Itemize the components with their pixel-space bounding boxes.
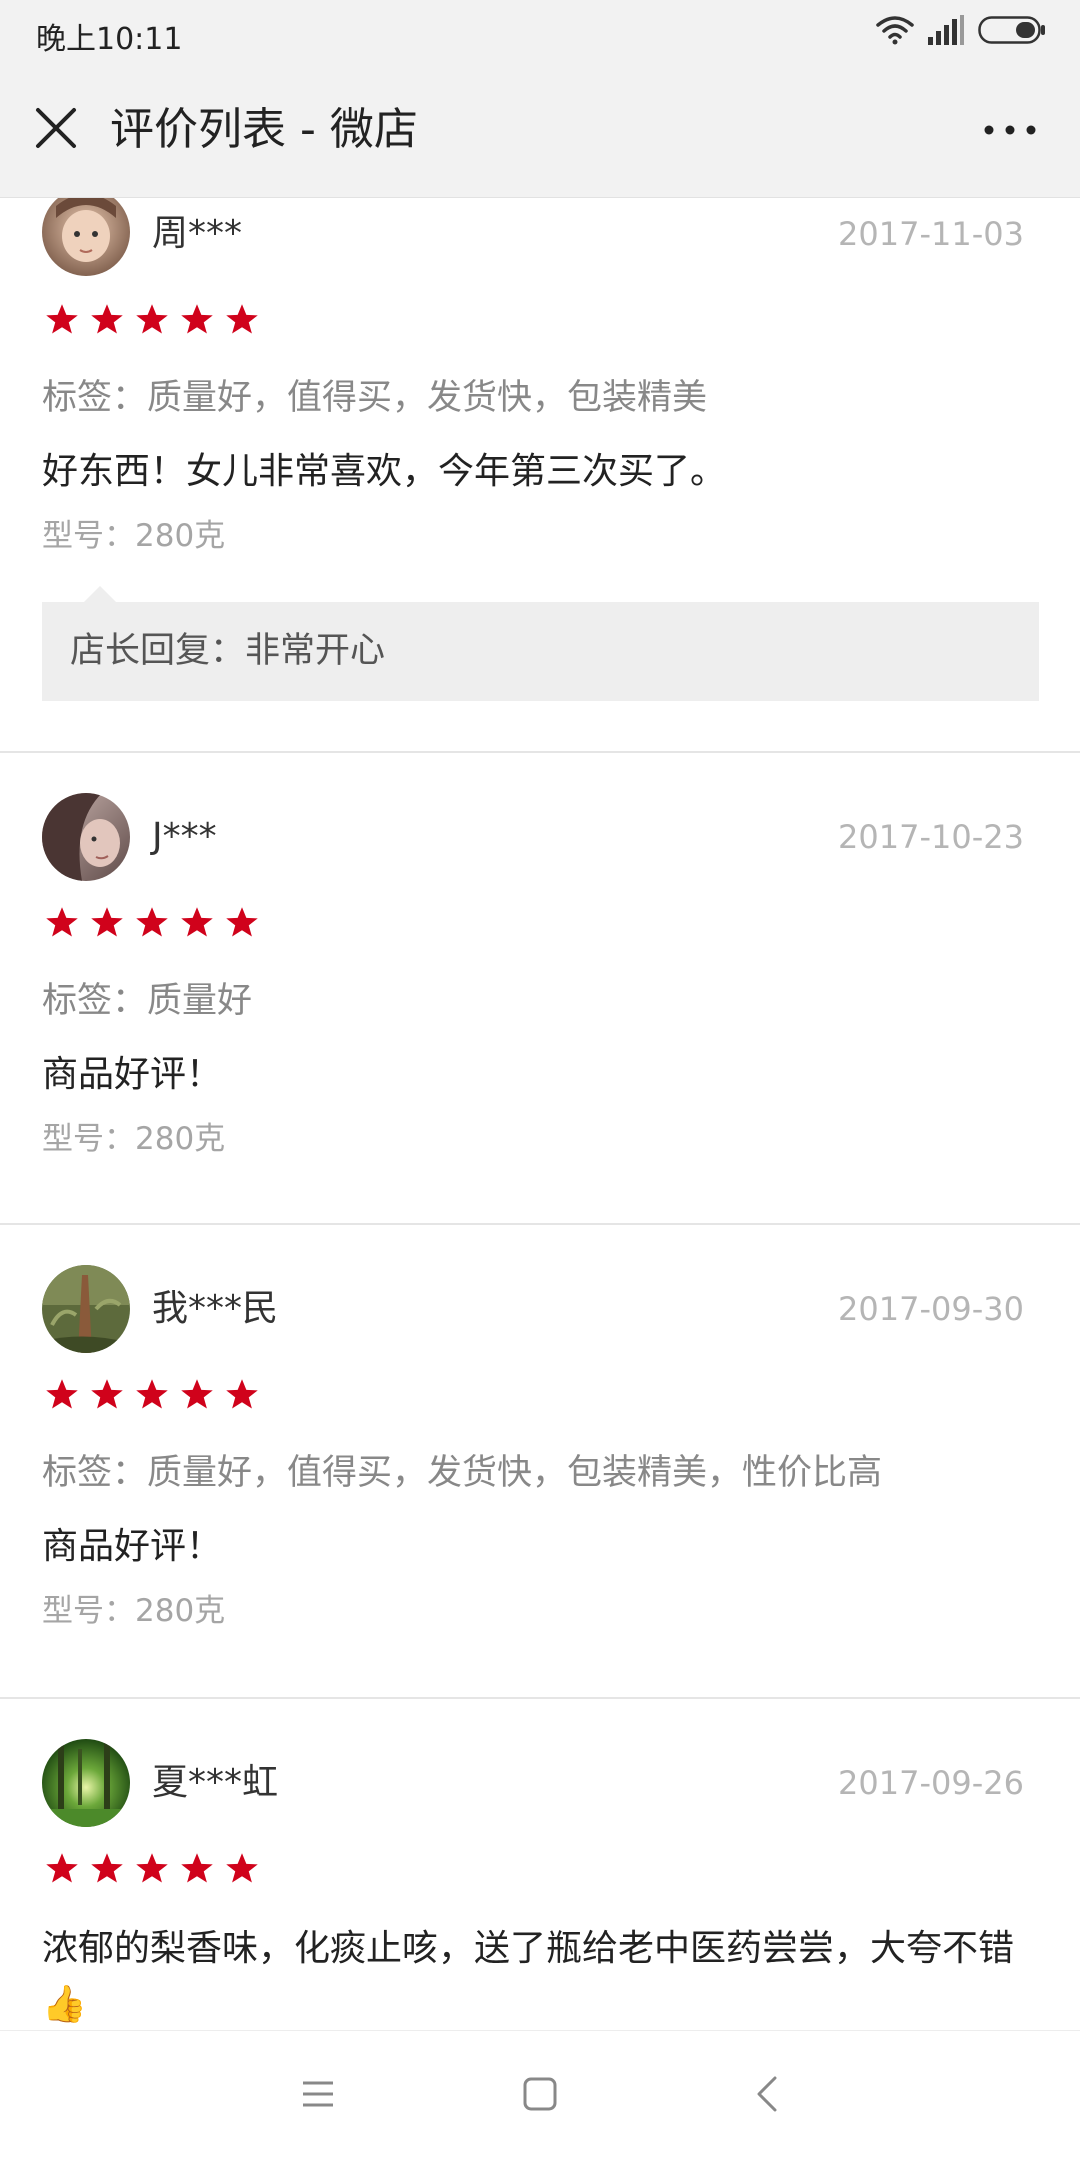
review-tags: 标签：质量好，值得买，发货快，包装精美，性价比高 xyxy=(42,1453,883,1493)
star-icon xyxy=(181,1379,213,1409)
review-model: 型号：280克 xyxy=(42,518,226,554)
star-icon xyxy=(46,1379,78,1409)
avatar[interactable] xyxy=(42,198,130,276)
close-button[interactable] xyxy=(30,104,82,156)
star-icon xyxy=(226,304,258,334)
review-item: 我***民 2017-09-30 标签：质量好，值得买，发货快，包装精美，性价比… xyxy=(0,1225,1080,1699)
star-icon xyxy=(226,907,258,937)
status-icons xyxy=(876,14,1046,50)
review-item: J*** 2017-10-23 标签：质量好 商品好评！ 型号：280克 xyxy=(0,753,1080,1225)
more-button[interactable] xyxy=(980,108,1040,152)
shop-reply: 店长回复：非常开心 xyxy=(42,586,1039,701)
back-icon xyxy=(755,2076,779,2116)
review-item: 夏***虹 2017-09-26 浓郁的梨香味，化痰止咳，送了瓶给老中医药尝尝，… xyxy=(0,1699,1080,2030)
home-button[interactable] xyxy=(515,2071,565,2121)
star-icon xyxy=(136,907,168,937)
status-time: 晚上10:11 xyxy=(36,22,183,57)
review-date: 2017-09-26 xyxy=(838,1764,1024,1802)
back-button[interactable] xyxy=(742,2071,792,2121)
star-icon xyxy=(181,1853,213,1883)
review-list[interactable]: 周*** 2017-11-03 标签：质量好，值得买，发货快，包装精美 好东西！… xyxy=(0,198,1080,2030)
review-date: 2017-09-30 xyxy=(838,1290,1024,1328)
star-icon xyxy=(136,304,168,334)
star-icon xyxy=(226,1853,258,1883)
avatar[interactable] xyxy=(42,1265,130,1353)
review-comment: 商品好评！ xyxy=(42,1054,223,1095)
star-icon xyxy=(136,1379,168,1409)
shop-reply-text: 店长回复：非常开心 xyxy=(70,631,386,671)
menu-button[interactable] xyxy=(293,2071,343,2121)
review-date: 2017-10-23 xyxy=(838,818,1024,856)
review-date: 2017-11-03 xyxy=(838,215,1024,253)
review-username: J*** xyxy=(152,816,217,857)
review-comment: 浓郁的梨香味，化痰止咳，送了瓶给老中医药尝尝，大夸不错👍 xyxy=(42,1928,1015,2025)
review-comment: 商品好评！ xyxy=(42,1526,223,1567)
more-icon xyxy=(983,121,1037,140)
review-tags: 标签：质量好 xyxy=(42,981,253,1021)
review-model: 型号：280克 xyxy=(42,1593,226,1629)
signal-icon xyxy=(928,15,964,49)
review-username: 夏***虹 xyxy=(152,1762,279,1803)
battery-icon xyxy=(978,16,1046,48)
avatar[interactable] xyxy=(42,793,130,881)
star-icon xyxy=(91,1379,123,1409)
status-bar: 晚上10:11 xyxy=(0,0,1080,64)
star-rating xyxy=(44,1851,260,1887)
star-rating xyxy=(44,302,260,338)
avatar[interactable] xyxy=(42,1739,130,1827)
review-model: 型号：280克 xyxy=(42,1121,226,1157)
review-comment: 好东西！女儿非常喜欢，今年第三次买了。 xyxy=(42,451,727,492)
review-item: 周*** 2017-11-03 标签：质量好，值得买，发货快，包装精美 好东西！… xyxy=(0,198,1080,753)
page-title: 评价列表 - 微店 xyxy=(110,104,418,155)
star-icon xyxy=(91,907,123,937)
wifi-icon xyxy=(876,15,914,49)
home-icon xyxy=(523,2077,557,2115)
star-icon xyxy=(46,304,78,334)
star-icon xyxy=(136,1853,168,1883)
nav-bar: 评价列表 - 微店 xyxy=(0,64,1080,198)
star-icon xyxy=(226,1379,258,1409)
review-username: 周*** xyxy=(152,213,243,254)
review-username: 我***民 xyxy=(152,1288,279,1329)
star-icon xyxy=(46,907,78,937)
star-icon xyxy=(91,1853,123,1883)
review-tags: 标签：质量好，值得买，发货快，包装精美 xyxy=(42,378,708,418)
star-rating xyxy=(44,1377,260,1413)
star-icon xyxy=(181,907,213,937)
close-icon xyxy=(34,106,78,154)
star-icon xyxy=(91,304,123,334)
system-nav-bar xyxy=(0,2030,1080,2161)
star-icon xyxy=(181,304,213,334)
star-rating xyxy=(44,905,260,941)
star-icon xyxy=(46,1853,78,1883)
menu-icon xyxy=(301,2080,335,2112)
